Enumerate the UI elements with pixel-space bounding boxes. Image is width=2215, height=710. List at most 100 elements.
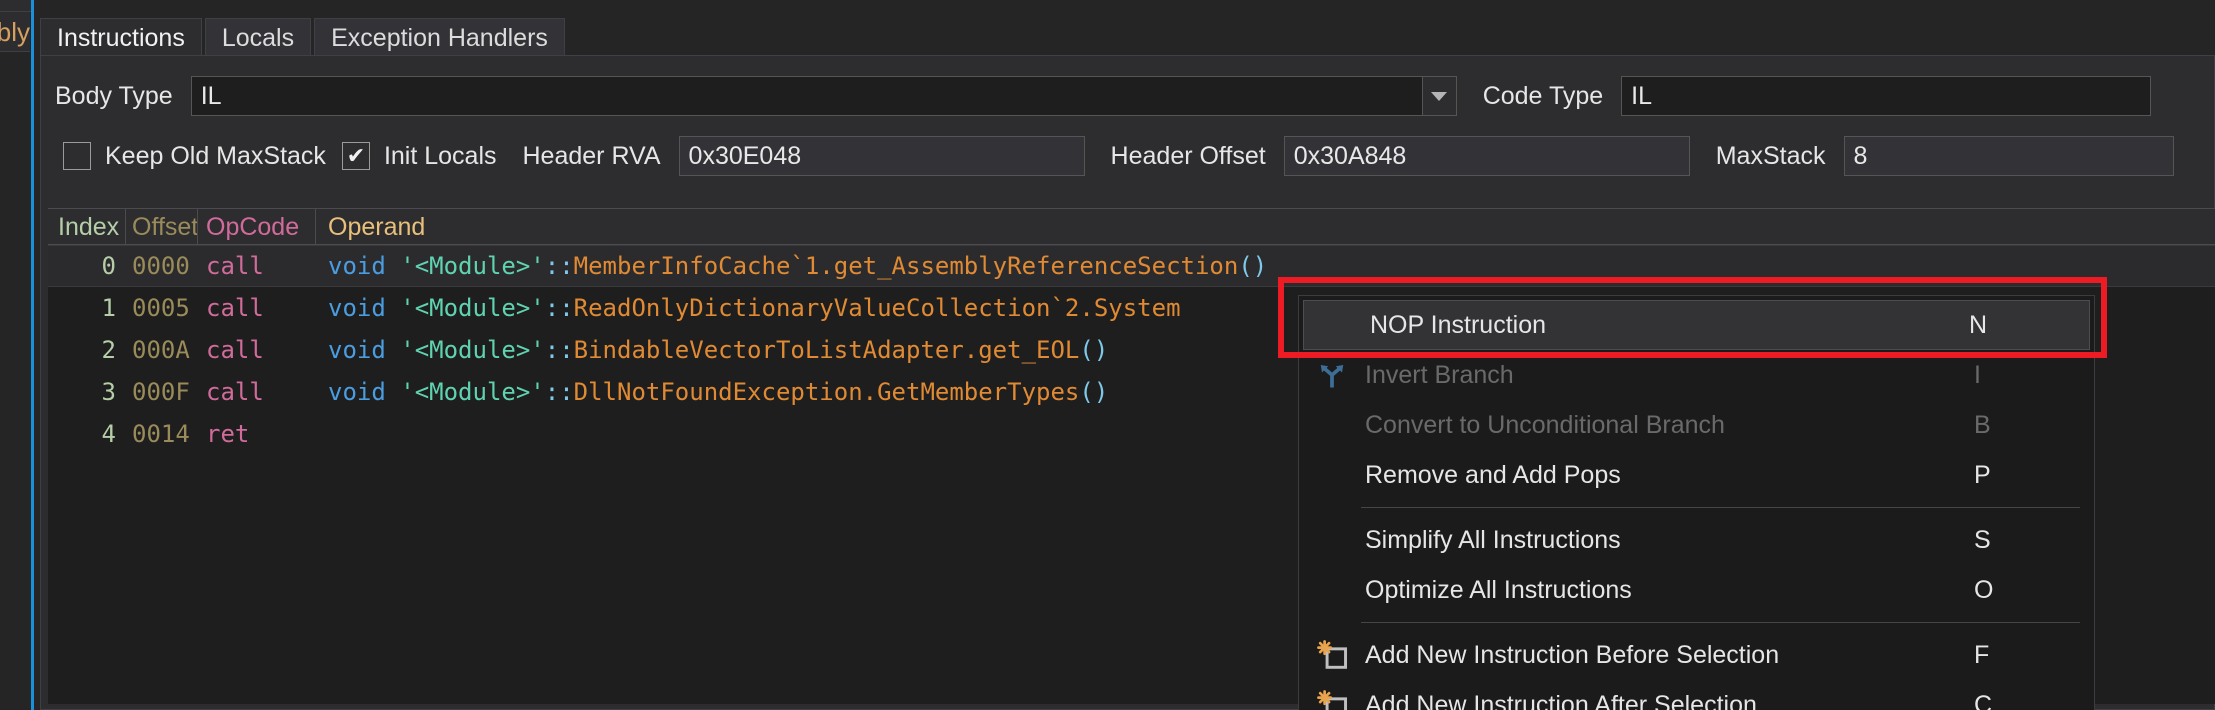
left-gutter: bly bbox=[0, 0, 33, 710]
menu-icon-slot bbox=[1299, 400, 1365, 450]
operand-token: void bbox=[328, 378, 401, 406]
operand-token: void bbox=[328, 252, 401, 280]
row-index-cell: 0 bbox=[101, 252, 116, 280]
tab-strip: Instructions Locals Exception Handlers bbox=[40, 18, 568, 56]
new-instruction-icon bbox=[1317, 690, 1348, 710]
menu-item-label: NOP Instruction bbox=[1370, 310, 1547, 339]
row-offset-cell: 0014 bbox=[132, 420, 190, 448]
instruction-context-menu[interactable]: NOP Instruction N Invert Branch I Convert to… bbox=[1298, 295, 2095, 710]
partial-assembly-tab[interactable]: bly bbox=[0, 12, 30, 52]
menu-item-shortcut: S bbox=[1974, 525, 1991, 554]
left-gutter-top-strip bbox=[0, 0, 33, 12]
new-instruction-icon bbox=[1299, 680, 1365, 710]
row-opcode-cell: call bbox=[206, 294, 264, 322]
chevron-down-icon bbox=[1431, 91, 1448, 101]
operand-token: MemberInfoCache`1.get_AssemblyReferenceS… bbox=[573, 252, 1239, 280]
menu-item-invert-branch: Invert Branch I bbox=[1299, 350, 2094, 400]
body-type-input[interactable]: IL bbox=[190, 76, 1423, 116]
menu-item-label: Add New Instruction After Selection bbox=[1365, 690, 1757, 710]
operand-token: () bbox=[1079, 336, 1109, 364]
init-locals-label: Init Locals bbox=[383, 141, 497, 170]
menu-icon-slot bbox=[1299, 450, 1365, 500]
header-offset-input[interactable]: 0x30A848 bbox=[1283, 136, 1690, 176]
operand-token: :: bbox=[544, 378, 574, 406]
menu-separator bbox=[1361, 622, 2080, 623]
grid-column-header-index[interactable]: Index bbox=[48, 208, 126, 245]
operand-token: '<Module>' bbox=[400, 378, 545, 406]
body-type-label: Body Type bbox=[55, 81, 173, 110]
row-offset-cell: 000F bbox=[132, 378, 190, 406]
header-rva-input[interactable]: 0x30E048 bbox=[678, 136, 1085, 176]
menu-item-label: Remove and Add Pops bbox=[1365, 460, 1621, 489]
menu-item-add-new-instruction-before-selection[interactable]: Add New Instruction Before Selection F bbox=[1299, 630, 2094, 680]
row-offset-cell: 0005 bbox=[132, 294, 190, 322]
menu-item-nop-instruction[interactable]: NOP Instruction N bbox=[1303, 300, 2090, 350]
operand-token: () bbox=[1079, 378, 1109, 406]
menu-item-shortcut: O bbox=[1974, 575, 1994, 604]
menu-icon-slot bbox=[1299, 515, 1365, 565]
grid-column-header-offset[interactable]: Offset bbox=[126, 208, 198, 245]
operand-token: BindableVectorToListAdapter.get_EOL bbox=[573, 336, 1080, 364]
body-type-row: Body Type IL Code Type IL bbox=[55, 76, 2152, 116]
operand-token: '<Module>' bbox=[400, 336, 545, 364]
operand-token: DllNotFoundException.GetMemberTypes bbox=[573, 378, 1080, 406]
menu-item-shortcut: N bbox=[1969, 310, 1988, 339]
row-opcode-cell: call bbox=[206, 336, 264, 364]
flags-and-offsets-row: Keep Old MaxStack ✔ Init Locals Header R… bbox=[63, 136, 2174, 176]
operand-token: ReadOnlyDictionaryValueCollection`2.Syst… bbox=[573, 294, 1181, 322]
menu-item-convert-to-unconditional-branch: Convert to Unconditional Branch B bbox=[1299, 400, 2094, 450]
operand-token: () bbox=[1238, 252, 1268, 280]
row-offset-cell: 000A bbox=[132, 336, 190, 364]
menu-separator bbox=[1361, 507, 2080, 508]
operand-token: :: bbox=[544, 336, 574, 364]
keep-old-maxstack-checkbox[interactable] bbox=[63, 142, 91, 170]
row-opcode-cell: ret bbox=[206, 420, 250, 448]
init-locals-checkbox[interactable]: ✔ bbox=[341, 142, 370, 170]
menu-item-shortcut: I bbox=[1974, 360, 1981, 389]
menu-item-label: Add New Instruction Before Selection bbox=[1365, 640, 1780, 669]
row-index-cell: 4 bbox=[101, 420, 116, 448]
menu-item-optimize-all-instructions[interactable]: Optimize All Instructions O bbox=[1299, 565, 2094, 615]
instructions-grid-header: Index Offset OpCode Operand bbox=[48, 208, 2215, 245]
menu-item-shortcut: P bbox=[1974, 460, 1991, 489]
menu-item-shortcut: C bbox=[1974, 690, 1993, 710]
row-opcode-cell: call bbox=[206, 378, 264, 406]
menu-item-add-new-instruction-after-selection[interactable]: Add New Instruction After Selection C bbox=[1299, 680, 2094, 710]
operand-token: '<Module>' bbox=[400, 294, 545, 322]
operand-token: void bbox=[328, 294, 401, 322]
grid-column-header-operand[interactable]: Operand bbox=[316, 208, 2215, 245]
menu-icon-slot bbox=[1299, 565, 1365, 615]
operand-token: :: bbox=[544, 252, 574, 280]
menu-item-label: Simplify All Instructions bbox=[1365, 525, 1621, 554]
row-index-cell: 2 bbox=[101, 336, 116, 364]
header-rva-label: Header RVA bbox=[522, 141, 661, 170]
grid-column-header-opcode[interactable]: OpCode bbox=[198, 208, 316, 245]
menu-item-label: Optimize All Instructions bbox=[1365, 575, 1632, 604]
table-row[interactable]: 0 0000 call void '<Module>'::MemberInfoCach… bbox=[48, 245, 2215, 287]
menu-item-remove-and-add-pops[interactable]: Remove and Add Pops P bbox=[1299, 450, 2094, 500]
row-index-cell: 1 bbox=[101, 294, 116, 322]
code-type-label: Code Type bbox=[1482, 81, 1604, 110]
code-type-input[interactable]: IL bbox=[1621, 76, 2152, 116]
operand-token: void bbox=[328, 336, 401, 364]
maxstack-label: MaxStack bbox=[1715, 141, 1826, 170]
row-opcode-cell: call bbox=[206, 252, 264, 280]
body-type-dropdown-button[interactable] bbox=[1422, 76, 1457, 116]
tab-exception-handlers[interactable]: Exception Handlers bbox=[314, 18, 565, 56]
new-instruction-icon bbox=[1299, 630, 1365, 680]
header-offset-label: Header Offset bbox=[1110, 141, 1266, 170]
app-root: bly Instructions Locals Exception Handlers… bbox=[0, 0, 2215, 710]
row-index-cell: 3 bbox=[101, 378, 116, 406]
tab-instructions[interactable]: Instructions bbox=[40, 18, 202, 56]
menu-icon-slot bbox=[1304, 300, 1370, 350]
invert-branch-icon bbox=[1320, 365, 1344, 388]
maxstack-input[interactable]: 8 bbox=[1843, 136, 2174, 176]
menu-item-shortcut: B bbox=[1974, 410, 1991, 439]
menu-item-label: Invert Branch bbox=[1365, 360, 1514, 389]
operand-token: :: bbox=[544, 294, 574, 322]
menu-item-simplify-all-instructions[interactable]: Simplify All Instructions S bbox=[1299, 515, 2094, 565]
operand-token: '<Module>' bbox=[400, 252, 545, 280]
tab-locals[interactable]: Locals bbox=[204, 18, 312, 56]
new-instruction-icon bbox=[1317, 640, 1348, 669]
menu-item-label: Convert to Unconditional Branch bbox=[1365, 410, 1725, 439]
